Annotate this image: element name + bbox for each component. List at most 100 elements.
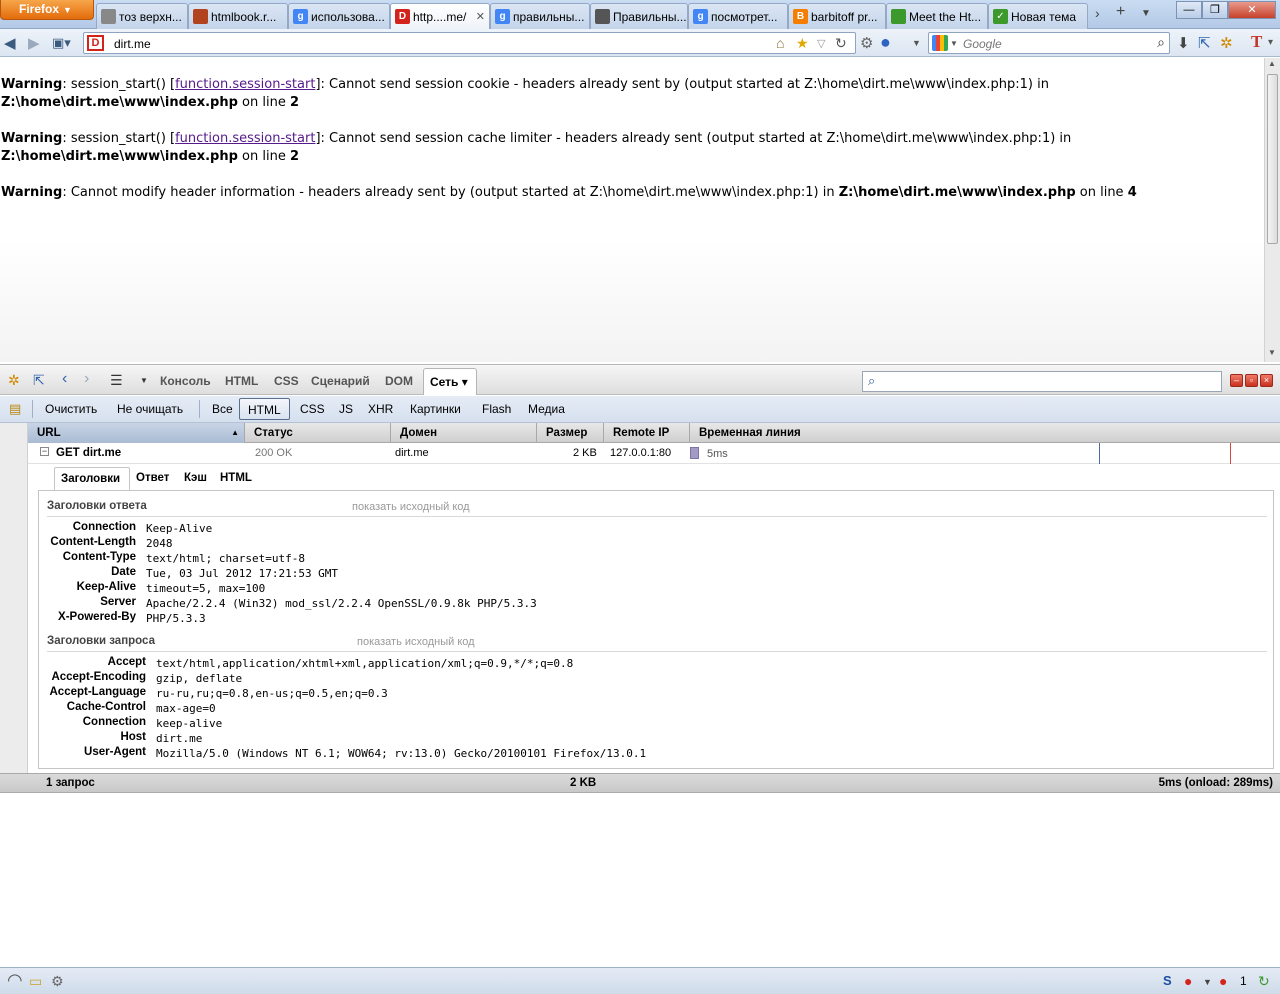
filter-2[interactable]: CSS <box>300 402 325 416</box>
url-bar[interactable]: D dirt.me ⌂ ★ ▽ ↻ <box>83 32 856 54</box>
status-adblock-icon[interactable]: ● <box>1184 973 1192 989</box>
browser-tab[interactable]: Meet the Ht... <box>886 3 988 29</box>
close-window-button[interactable]: ✕ <box>1228 1 1276 19</box>
detail-tab[interactable]: Кэш <box>178 467 214 491</box>
tabs-scroll-right-icon[interactable]: › <box>1095 5 1100 21</box>
column-size[interactable]: Размер <box>537 423 604 443</box>
persist-button[interactable]: Не очищать <box>117 402 183 416</box>
minimize-button[interactable]: — <box>1176 1 1202 19</box>
browser-tab[interactable]: Dhttp....me/ ✕ <box>390 3 490 30</box>
list-menu-icon[interactable]: ☰ <box>110 372 123 389</box>
browser-tab[interactable]: htmlbook.r... <box>188 3 288 29</box>
column-status[interactable]: Статус <box>245 423 391 443</box>
detail-tab[interactable]: Заголовки <box>54 467 130 492</box>
firebug-icon[interactable]: ✲ <box>1220 34 1233 52</box>
firebug-tab[interactable]: CSS <box>274 374 299 388</box>
status-folder-icon[interactable]: ▭ <box>29 973 42 990</box>
site-identity-icon[interactable]: D <box>87 35 104 51</box>
home-icon[interactable]: ⌂ <box>776 35 784 51</box>
browser-tab[interactable]: g правильны... <box>490 3 590 29</box>
request-row[interactable]: − GET dirt.me 200 OK dirt.me 2 KB 127.0.… <box>28 443 1280 464</box>
browser-tab[interactable]: g использова... <box>288 3 390 29</box>
column-timeline[interactable]: Временная линия <box>690 423 1280 443</box>
column-domain[interactable]: Домен <box>391 423 537 443</box>
toolbar-overflow-icon[interactable]: ▾ <box>1268 37 1273 48</box>
restore-button[interactable]: ❐ <box>1202 1 1228 19</box>
scrollbar-thumb[interactable] <box>1267 74 1278 244</box>
status-adblock-dropdown-icon[interactable]: ▼ <box>1203 977 1212 987</box>
translate-icon[interactable]: T <box>1251 32 1262 52</box>
engine-dropdown-icon[interactable]: ▼ <box>950 39 958 48</box>
status-counter-icon[interactable]: ● <box>1219 973 1227 989</box>
panel-forward-icon[interactable]: › <box>84 370 89 388</box>
firefox-menu-button[interactable]: Firefox ▼ <box>0 0 94 20</box>
detail-tab[interactable]: Ответ <box>130 467 178 491</box>
panel-dropdown-icon[interactable]: ▼ <box>140 376 148 385</box>
filter-5[interactable]: Картинки <box>410 402 461 416</box>
header-value: ru-ru,ru;q=0.8,en-us;q=0.5,en;q=0.3 <box>156 687 388 700</box>
header-row: Accept text/html,application/xhtml+xml,ap… <box>39 656 1269 671</box>
clear-button[interactable]: Очистить <box>45 402 97 416</box>
collapse-icon[interactable]: − <box>40 447 49 456</box>
header-name: Connection <box>82 716 146 728</box>
browser-tab[interactable]: Bbarbitoff pr... <box>788 3 886 29</box>
header-name: User-Agent <box>84 746 146 758</box>
download-icon[interactable]: ⬇ <box>1177 34 1190 52</box>
firebug-tab[interactable]: DOM <box>385 374 413 388</box>
history-dropdown-icon[interactable]: ▣▾ <box>52 35 71 51</box>
firebug-minimize-icon[interactable]: – <box>1230 374 1243 387</box>
firebug-detach-icon[interactable]: ▫ <box>1245 374 1258 387</box>
firebug-tab[interactable]: Сценарий <box>311 374 370 388</box>
scroll-up-icon[interactable]: ▲ <box>1268 59 1276 68</box>
browser-tab[interactable]: g посмотрет... <box>688 3 788 29</box>
function-link[interactable]: function.session-start <box>175 131 315 146</box>
filter-3[interactable]: JS <box>339 402 353 416</box>
filter-4[interactable]: XHR <box>368 402 393 416</box>
header-name: Cache-Control <box>66 701 146 713</box>
status-gear-icon[interactable]: ⚙ <box>51 973 64 990</box>
reload-icon[interactable]: ↻ <box>835 35 847 52</box>
search-icon[interactable]: ⌕ <box>1157 34 1165 51</box>
filter-7[interactable]: Медиа <box>528 402 565 416</box>
filter-0[interactable]: Все <box>212 402 233 416</box>
firebug-menu-icon[interactable]: ✲ <box>8 372 20 389</box>
close-tab-icon[interactable]: ✕ <box>476 10 485 23</box>
play-dropdown-icon[interactable]: ▼ <box>912 38 921 48</box>
forward-arrow-icon[interactable]: ▶ <box>28 34 40 52</box>
function-link[interactable]: function.session-start <box>175 77 315 92</box>
browser-tab[interactable]: тоз верхн... <box>96 3 188 29</box>
search-bar[interactable]: ▼ Google ⌕ <box>928 32 1170 54</box>
request-view-source-link[interactable]: показать исходный код <box>357 636 475 648</box>
filter-6[interactable]: Flash <box>482 402 511 416</box>
bookmark-star-icon[interactable]: ★ <box>796 35 809 52</box>
firebug-tab[interactable]: Консоль <box>160 374 211 388</box>
warning-line-number: 4 <box>1127 185 1137 200</box>
google-engine-icon[interactable] <box>932 35 948 51</box>
page-scrollbar[interactable]: ▲ ▼ <box>1264 58 1280 362</box>
detail-tab[interactable]: HTML <box>214 467 260 491</box>
status-seo-icon[interactable]: S <box>1163 973 1172 988</box>
panel-back-icon[interactable]: ‹ <box>62 370 67 388</box>
firebug-tab[interactable]: Сеть ▾ <box>423 368 477 395</box>
addon-icon[interactable]: ⚙ <box>860 34 873 52</box>
new-tab-icon[interactable]: + <box>1116 3 1125 21</box>
onload-marker <box>1230 443 1231 464</box>
status-refresh-icon[interactable]: ↻ <box>1258 973 1270 990</box>
url-dropdown-icon[interactable]: ▽ <box>817 37 825 50</box>
firebug-close-icon[interactable]: × <box>1260 374 1273 387</box>
firebug-tab[interactable]: HTML <box>225 374 258 388</box>
tab-list-icon[interactable]: ▼ <box>1141 8 1151 19</box>
scroll-down-icon[interactable]: ▼ <box>1268 348 1276 357</box>
play-icon[interactable]: ● <box>880 32 891 53</box>
firebug-search-input[interactable]: ⌕ <box>862 371 1222 392</box>
column-remote-ip[interactable]: Remote IP <box>604 423 690 443</box>
browser-tab[interactable]: Правильны... <box>590 3 688 29</box>
inspect-element-icon[interactable]: ⇱ <box>33 372 45 389</box>
browser-tab[interactable]: ✓ Новая тема <box>988 3 1088 29</box>
back-arrow-icon[interactable]: ◀ <box>4 34 16 52</box>
inspect-icon[interactable]: ⇱ <box>1198 34 1211 52</box>
net-panel-icon[interactable]: ▤ <box>9 401 21 417</box>
column-url[interactable]: URL ▲ <box>28 423 245 443</box>
response-view-source-link[interactable]: показать исходный код <box>352 501 470 513</box>
filter-1[interactable]: HTML <box>239 398 290 420</box>
